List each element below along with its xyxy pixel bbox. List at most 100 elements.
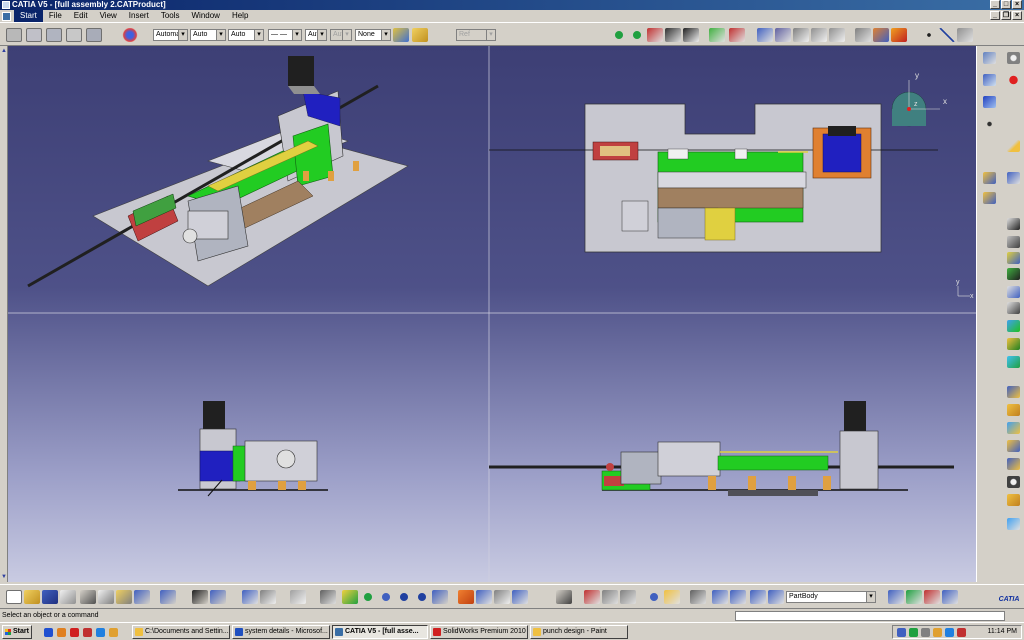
snap-icon[interactable]: [775, 28, 791, 42]
change-constraint-icon[interactable]: [1007, 302, 1020, 314]
media-player-icon[interactable]: [70, 628, 79, 637]
front-view[interactable]: [489, 401, 954, 496]
transparency-combo[interactable]: Aut: [330, 29, 352, 41]
part-icon[interactable]: [46, 28, 62, 42]
menu-start[interactable]: Start: [14, 10, 43, 22]
menu-insert[interactable]: Insert: [123, 10, 155, 22]
pencil-icon[interactable]: [1007, 140, 1020, 152]
measure-between-icon[interactable]: [906, 590, 922, 604]
tray-network-icon[interactable]: [897, 628, 906, 637]
tray-messenger-icon[interactable]: [945, 628, 954, 637]
plane-icon[interactable]: [957, 28, 973, 42]
formula-icon[interactable]: [192, 590, 208, 604]
rotate-bottom-icon[interactable]: [378, 590, 394, 604]
side-view[interactable]: [178, 401, 328, 497]
undo-icon[interactable]: [134, 590, 150, 604]
catalog-browser-icon[interactable]: [242, 590, 258, 604]
normal-view-bottom-icon[interactable]: [432, 590, 448, 604]
fly-mode-icon[interactable]: [647, 28, 663, 42]
task-word[interactable]: system details - Microsof...: [232, 625, 330, 639]
multi-instantiation-icon[interactable]: [983, 74, 996, 86]
reorder-icon[interactable]: [1007, 52, 1020, 64]
menu-edit[interactable]: Edit: [68, 10, 94, 22]
quick-launch-icon[interactable]: [83, 628, 92, 637]
copy-icon[interactable]: [98, 590, 114, 604]
coincidence-icon[interactable]: [1007, 172, 1020, 184]
part-body-combo[interactable]: PartBody: [786, 591, 876, 603]
hole-icon[interactable]: [1007, 404, 1020, 416]
top-view[interactable]: y x z y x: [489, 71, 974, 300]
compass-icon[interactable]: [709, 28, 725, 42]
grid-icon[interactable]: [983, 96, 996, 108]
clock[interactable]: 11:14 PM: [988, 626, 1017, 638]
explode-icon[interactable]: [793, 28, 809, 42]
structure-icon[interactable]: [712, 590, 728, 604]
3d-viewport[interactable]: y x z y x: [8, 46, 976, 582]
section-icon[interactable]: [620, 590, 636, 604]
clash-icon[interactable]: [811, 28, 827, 42]
menu-file[interactable]: File: [43, 10, 68, 22]
linetype-combo[interactable]: — —: [268, 29, 302, 41]
scroll-up-arrow-icon[interactable]: ▲: [1, 48, 7, 54]
product-icon[interactable]: [6, 28, 22, 42]
apply-material-icon[interactable]: [942, 590, 958, 604]
paste-icon[interactable]: [116, 590, 132, 604]
ie-icon[interactable]: [44, 628, 53, 637]
reference-combo[interactable]: Ref: [456, 29, 496, 41]
add-icon[interactable]: [1007, 440, 1020, 452]
hide-show-icon[interactable]: [494, 590, 510, 604]
annotation-icon[interactable]: [1007, 494, 1020, 506]
doc-minimize-button[interactable]: _: [990, 11, 1000, 20]
table-icon[interactable]: [260, 590, 276, 604]
explorer-icon[interactable]: [109, 628, 118, 637]
open-icon[interactable]: [24, 590, 40, 604]
task-explorer[interactable]: C:\Documents and Settin...: [132, 625, 230, 639]
fit-all-icon[interactable]: [342, 590, 358, 604]
measure-item-icon[interactable]: [888, 590, 904, 604]
redo-icon[interactable]: [160, 590, 176, 604]
sectioning-icon[interactable]: [829, 28, 845, 42]
menu-view[interactable]: View: [94, 10, 123, 22]
knowledge-icon[interactable]: [210, 590, 226, 604]
title-bar[interactable]: CATIA V5 - [full assembly 2.CATProduct] …: [0, 0, 1024, 10]
messenger-icon[interactable]: [96, 628, 105, 637]
material-icon[interactable]: [768, 590, 784, 604]
zoom-out-icon[interactable]: [414, 590, 430, 604]
scroll-down-arrow-icon[interactable]: ▼: [1, 574, 7, 580]
remove-icon[interactable]: [1007, 458, 1020, 470]
tray-update-icon[interactable]: [933, 628, 942, 637]
split-icon[interactable]: [1007, 386, 1020, 398]
product-update-icon[interactable]: [646, 590, 662, 604]
properties-icon[interactable]: [412, 28, 428, 42]
graph-tree-icon[interactable]: [122, 28, 138, 42]
task-paint[interactable]: punch design - Paint: [530, 625, 628, 639]
task-solidworks[interactable]: SolidWorks Premium 2010: [430, 625, 528, 639]
isometric-view[interactable]: [27, 56, 409, 288]
task-catia[interactable]: CATIA V5 - [full asse...: [332, 625, 428, 639]
constraint-fix-icon[interactable]: [983, 172, 996, 184]
compute-clash-icon[interactable]: [602, 590, 618, 604]
layer-combo[interactable]: Auto: [190, 29, 226, 41]
catalog-icon[interactable]: [891, 28, 907, 42]
swap-visible-icon[interactable]: [512, 590, 528, 604]
publication-icon[interactable]: [750, 590, 766, 604]
existing-component-icon[interactable]: [66, 28, 82, 42]
point-icon[interactable]: [921, 28, 937, 42]
save-icon[interactable]: [42, 590, 58, 604]
render-style-icon[interactable]: [476, 590, 492, 604]
left-scroll-strip[interactable]: ▲ ▼: [0, 46, 8, 582]
firefox-icon[interactable]: [57, 628, 66, 637]
target-icon[interactable]: [983, 118, 996, 130]
tray-antivirus-icon[interactable]: [957, 628, 966, 637]
thickness-combo[interactable]: Auto: [228, 29, 264, 41]
bill-of-material-icon[interactable]: [1007, 518, 1020, 530]
iso-view-icon[interactable]: [458, 590, 474, 604]
close-button[interactable]: ×: [1012, 0, 1022, 9]
offset-icon[interactable]: [1007, 218, 1020, 230]
quick-constraint-icon[interactable]: [1007, 268, 1020, 280]
doc-restore-button[interactable]: ❐: [1001, 11, 1011, 20]
bolt-icon[interactable]: [690, 590, 706, 604]
contact-icon[interactable]: [983, 192, 996, 204]
measure-icon[interactable]: [729, 28, 745, 42]
enhanced-scene-icon[interactable]: [1007, 356, 1020, 368]
